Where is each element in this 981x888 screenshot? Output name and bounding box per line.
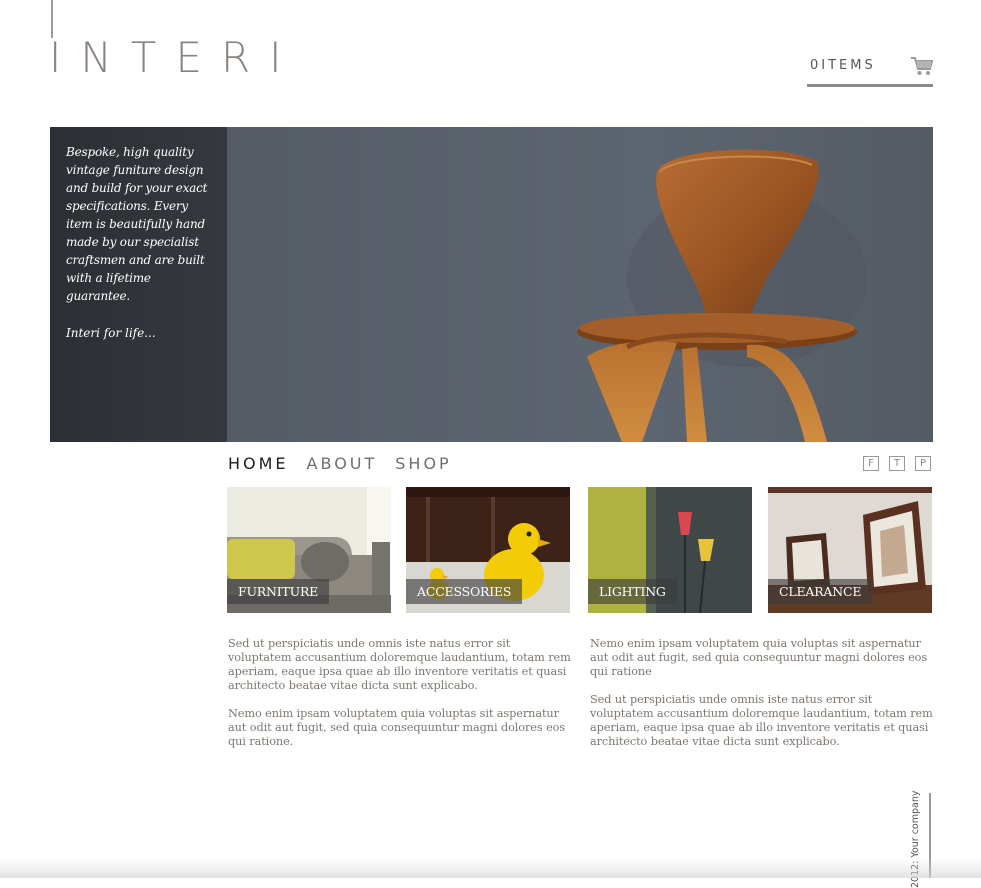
content-column-left: Sed ut perspiciatis unde omnis iste natu… bbox=[228, 637, 573, 763]
tile-label: CLEARANCE bbox=[768, 579, 873, 604]
cart-button[interactable]: 0ITEMS bbox=[807, 50, 933, 87]
tile-label: ACCESSORIES bbox=[406, 579, 523, 604]
tile-label: FURNITURE bbox=[227, 579, 330, 604]
category-tile-lighting[interactable]: LIGHTING bbox=[588, 487, 752, 613]
nav-home[interactable]: HOME bbox=[228, 454, 289, 474]
hero-chair-image bbox=[227, 127, 933, 442]
body-paragraph: Sed ut perspiciatis unde omnis iste natu… bbox=[228, 637, 571, 692]
facebook-icon[interactable]: F bbox=[863, 456, 879, 471]
twitter-icon[interactable]: T bbox=[889, 456, 905, 471]
hero-banner: Bespoke, high quality vintage funiture d… bbox=[50, 127, 933, 442]
hero-tagline: Interi for life... bbox=[66, 326, 156, 340]
nav-shop[interactable]: SHOP bbox=[395, 454, 451, 474]
body-paragraph: Nemo enim ipsam voluptatem quia voluptas… bbox=[590, 637, 928, 678]
main-navigation: HOME ABOUT SHOP bbox=[228, 454, 470, 476]
category-tile-clearance[interactable]: CLEARANCE bbox=[768, 487, 932, 613]
shopping-cart-icon bbox=[911, 57, 933, 75]
bottom-shadow bbox=[0, 858, 981, 878]
body-paragraph: Sed ut perspiciatis unde omnis iste natu… bbox=[590, 693, 933, 748]
pinterest-icon[interactable]: P bbox=[915, 456, 931, 471]
cart-item-count: 0ITEMS bbox=[810, 58, 876, 73]
category-tile-furniture[interactable]: FURNITURE bbox=[227, 487, 391, 613]
tile-label: LIGHTING bbox=[588, 579, 677, 604]
hero-text-panel: Bespoke, high quality vintage funiture d… bbox=[50, 127, 227, 442]
body-paragraph: Nemo enim ipsam voluptatem quia voluptas… bbox=[228, 707, 566, 748]
content-column-right: Nemo enim ipsam voluptatem quia voluptas… bbox=[590, 637, 935, 763]
category-tile-accessories[interactable]: ACCESSORIES bbox=[406, 487, 570, 613]
nav-about[interactable]: ABOUT bbox=[307, 454, 378, 474]
site-logo[interactable]: INTERI bbox=[49, 34, 301, 82]
hero-description: Bespoke, high quality vintage funiture d… bbox=[66, 145, 208, 303]
